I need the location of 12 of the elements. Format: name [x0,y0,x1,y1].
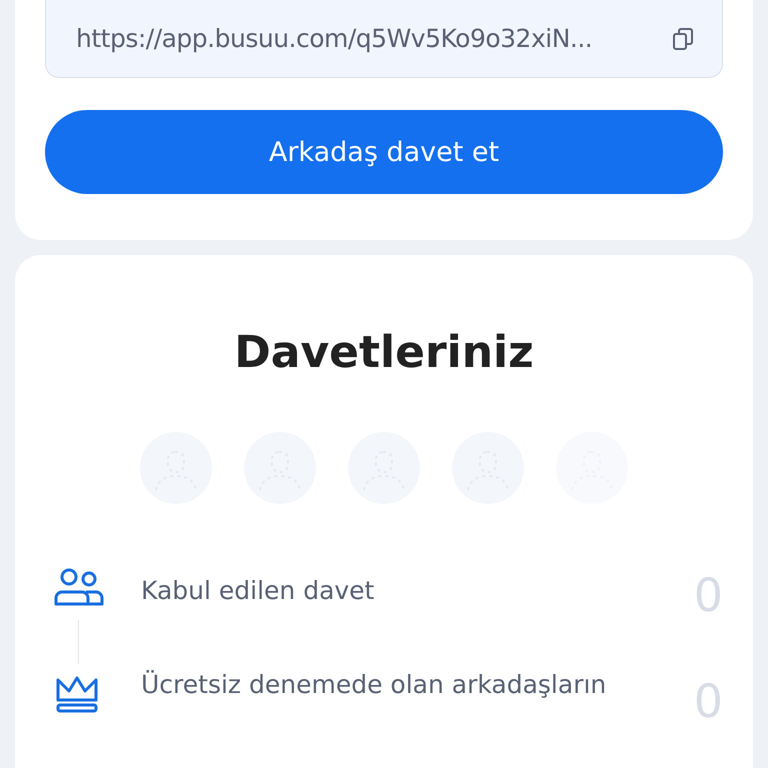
avatar-placeholder-icon [140,432,212,504]
invite-link-text: https://app.busuu.com/q5Wv5Ko9o32xiN... [76,24,592,53]
stat-label: Kabul edilen davet [141,575,376,607]
link-field[interactable]: https://app.busuu.com/q5Wv5Ko9o32xiN... [45,0,723,78]
copy-icon[interactable] [672,26,694,50]
invitations-title: Davetleriniz [233,327,535,378]
avatar-placeholder-icon [348,432,420,504]
stat-label: Ücretsiz denemede olan arkadaşların [141,669,608,701]
avatar-placeholder-icon [244,432,316,504]
avatar-placeholder-icon [452,432,524,504]
invite-friend-button[interactable]: Arkadaş davet et [45,110,723,194]
people-icon [53,568,105,608]
